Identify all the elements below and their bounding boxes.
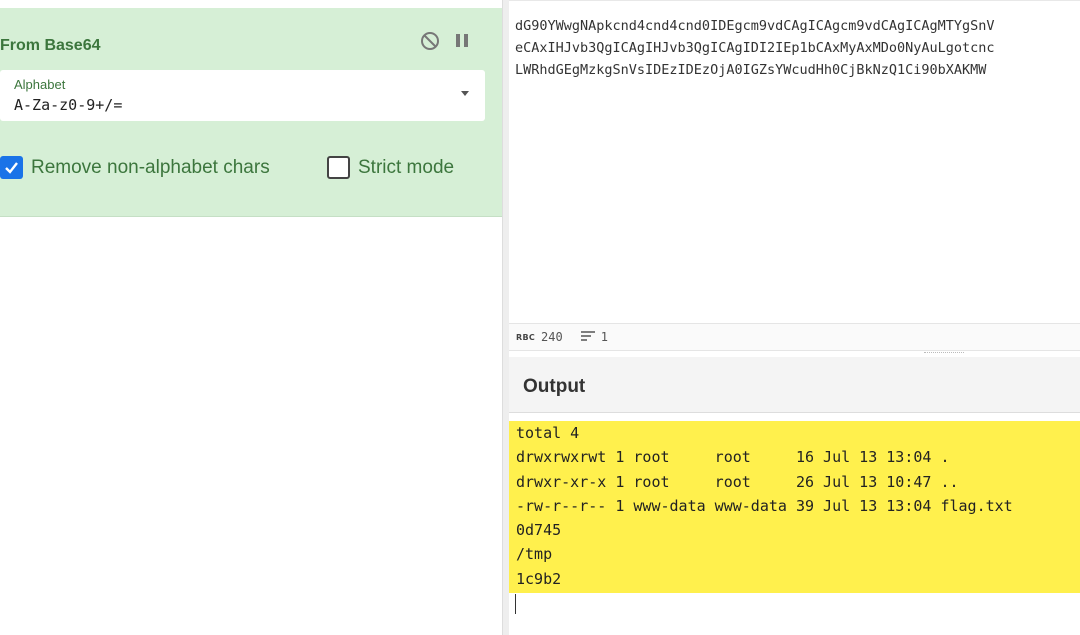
output-area[interactable]: total 4 drwxrwxrwt 1 root root 16 Jul 13 … — [509, 413, 1080, 635]
output-title: Output — [523, 376, 586, 397]
input-line: dG90YWwgNApkcnd4cnd4cnd0IDEgcm9vdCAgICAg… — [515, 18, 995, 34]
output-text: total 4 drwxrwxrwt 1 root root 16 Jul 13 … — [509, 421, 1080, 593]
strict-mode-checkbox[interactable]: Strict mode — [327, 156, 454, 179]
output-line: total 4 — [516, 424, 580, 442]
disable-icon[interactable] — [420, 31, 440, 51]
operation-from-base64[interactable]: From Base64 Alphabet A-Za-z0-9+/= Remove… — [0, 8, 502, 217]
alphabet-select[interactable]: Alphabet A-Za-z0-9+/= — [0, 70, 485, 121]
input-line: LWRhdGEgMzkgSnVsIDEzIDEzOjA0IGZsYWcudHh0… — [515, 62, 987, 78]
output-line: 0d745 — [516, 521, 562, 540]
output-line: drwxrwxrwt 1 root root 16 Jul 13 13:04 . — [516, 448, 950, 467]
alphabet-value: A-Za-z0-9+/= — [14, 96, 123, 114]
text-cursor — [515, 594, 516, 614]
app-root: From Base64 Alphabet A-Za-z0-9+/= Remove… — [0, 0, 1080, 635]
output-line: -rw-r--r-- 1 www-data www-data 39 Jul 13… — [516, 496, 1013, 515]
remove-non-alphabet-label: Remove non-alphabet chars — [31, 156, 270, 178]
remove-non-alphabet-checkbox[interactable]: Remove non-alphabet chars — [0, 156, 270, 179]
operation-controls — [420, 31, 470, 51]
alphabet-label: Alphabet — [14, 77, 66, 92]
io-pane: dG90YWwgNApkcnd4cnd4cnd0IDEgcm9vdCAgICAg… — [509, 0, 1080, 635]
io-resize-handle[interactable] — [924, 352, 964, 355]
output-header: Output — [509, 357, 1080, 413]
output-line: drwxr-xr-x 1 root root 26 Jul 13 10:47 .… — [516, 472, 959, 491]
recipe-pane: From Base64 Alphabet A-Za-z0-9+/= Remove… — [0, 0, 502, 635]
character-count-icon: RBC — [516, 332, 536, 342]
line-count-icon — [580, 330, 595, 344]
line-count: 1 — [600, 330, 608, 344]
pause-icon[interactable] — [454, 32, 470, 50]
output-line: /tmp — [516, 545, 553, 564]
output-line: 1c9b2 — [516, 569, 562, 588]
checkbox-unchecked-icon[interactable] — [327, 156, 350, 179]
input-line: eCAxIHJvb3QgICAgIHJvb3QgICAgIDI2IEp1bCAx… — [515, 40, 995, 56]
strict-mode-label: Strict mode — [358, 156, 455, 178]
character-count: 240 — [541, 330, 563, 344]
input-textarea[interactable]: dG90YWwgNApkcnd4cnd4cnd0IDEgcm9vdCAgICAg… — [509, 0, 1080, 323]
input-status-bar: RBC 240 1 — [509, 323, 1080, 351]
checkbox-checked-icon[interactable] — [0, 156, 23, 179]
chevron-down-icon — [461, 91, 469, 96]
pane-resizer[interactable] — [502, 0, 509, 635]
operation-title: From Base64 — [0, 37, 101, 54]
input-text: dG90YWwgNApkcnd4cnd4cnd0IDEgcm9vdCAgICAg… — [515, 15, 995, 81]
